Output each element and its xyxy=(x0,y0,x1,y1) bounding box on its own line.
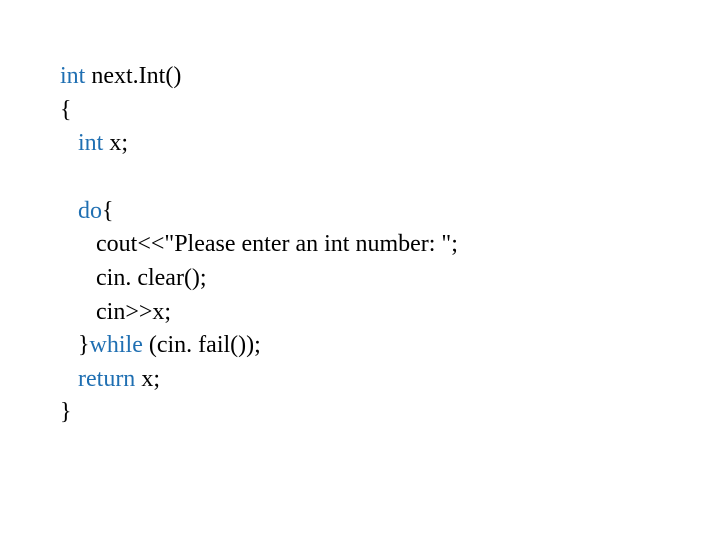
code-line-2: { xyxy=(60,94,720,128)
code-text: } xyxy=(60,332,90,358)
code-text: } xyxy=(60,399,72,425)
code-text: cout<<"Please enter an int number: "; xyxy=(60,231,458,257)
code-line-3: int x; xyxy=(60,127,720,161)
keyword-return: return xyxy=(60,366,135,392)
code-line-10: } xyxy=(60,396,720,430)
code-text: { xyxy=(60,97,72,123)
code-text: next.Int() xyxy=(85,63,181,89)
code-text: cin. clear(); xyxy=(60,265,207,291)
keyword-while: while xyxy=(90,332,143,358)
blank-line xyxy=(60,161,720,195)
code-line-7: cin>>x; xyxy=(60,296,720,330)
code-text: x; xyxy=(103,130,128,156)
keyword-int: int xyxy=(60,63,85,89)
code-slide: int next.Int() { int x; do{ cout<<"Pleas… xyxy=(0,0,720,430)
code-line-4: do{ xyxy=(60,195,720,229)
keyword-int: int xyxy=(60,130,103,156)
code-line-6: cin. clear(); xyxy=(60,262,720,296)
code-line-1: int next.Int() xyxy=(60,60,720,94)
keyword-do: do xyxy=(60,198,102,224)
code-line-5: cout<<"Please enter an int number: "; xyxy=(60,228,720,262)
code-text: x; xyxy=(135,366,160,392)
code-text: { xyxy=(102,198,114,224)
code-text: cin>>x; xyxy=(60,299,171,325)
code-text: (cin. fail()); xyxy=(143,332,261,358)
code-line-9: return x; xyxy=(60,363,720,397)
code-line-8: }while (cin. fail()); xyxy=(60,329,720,363)
